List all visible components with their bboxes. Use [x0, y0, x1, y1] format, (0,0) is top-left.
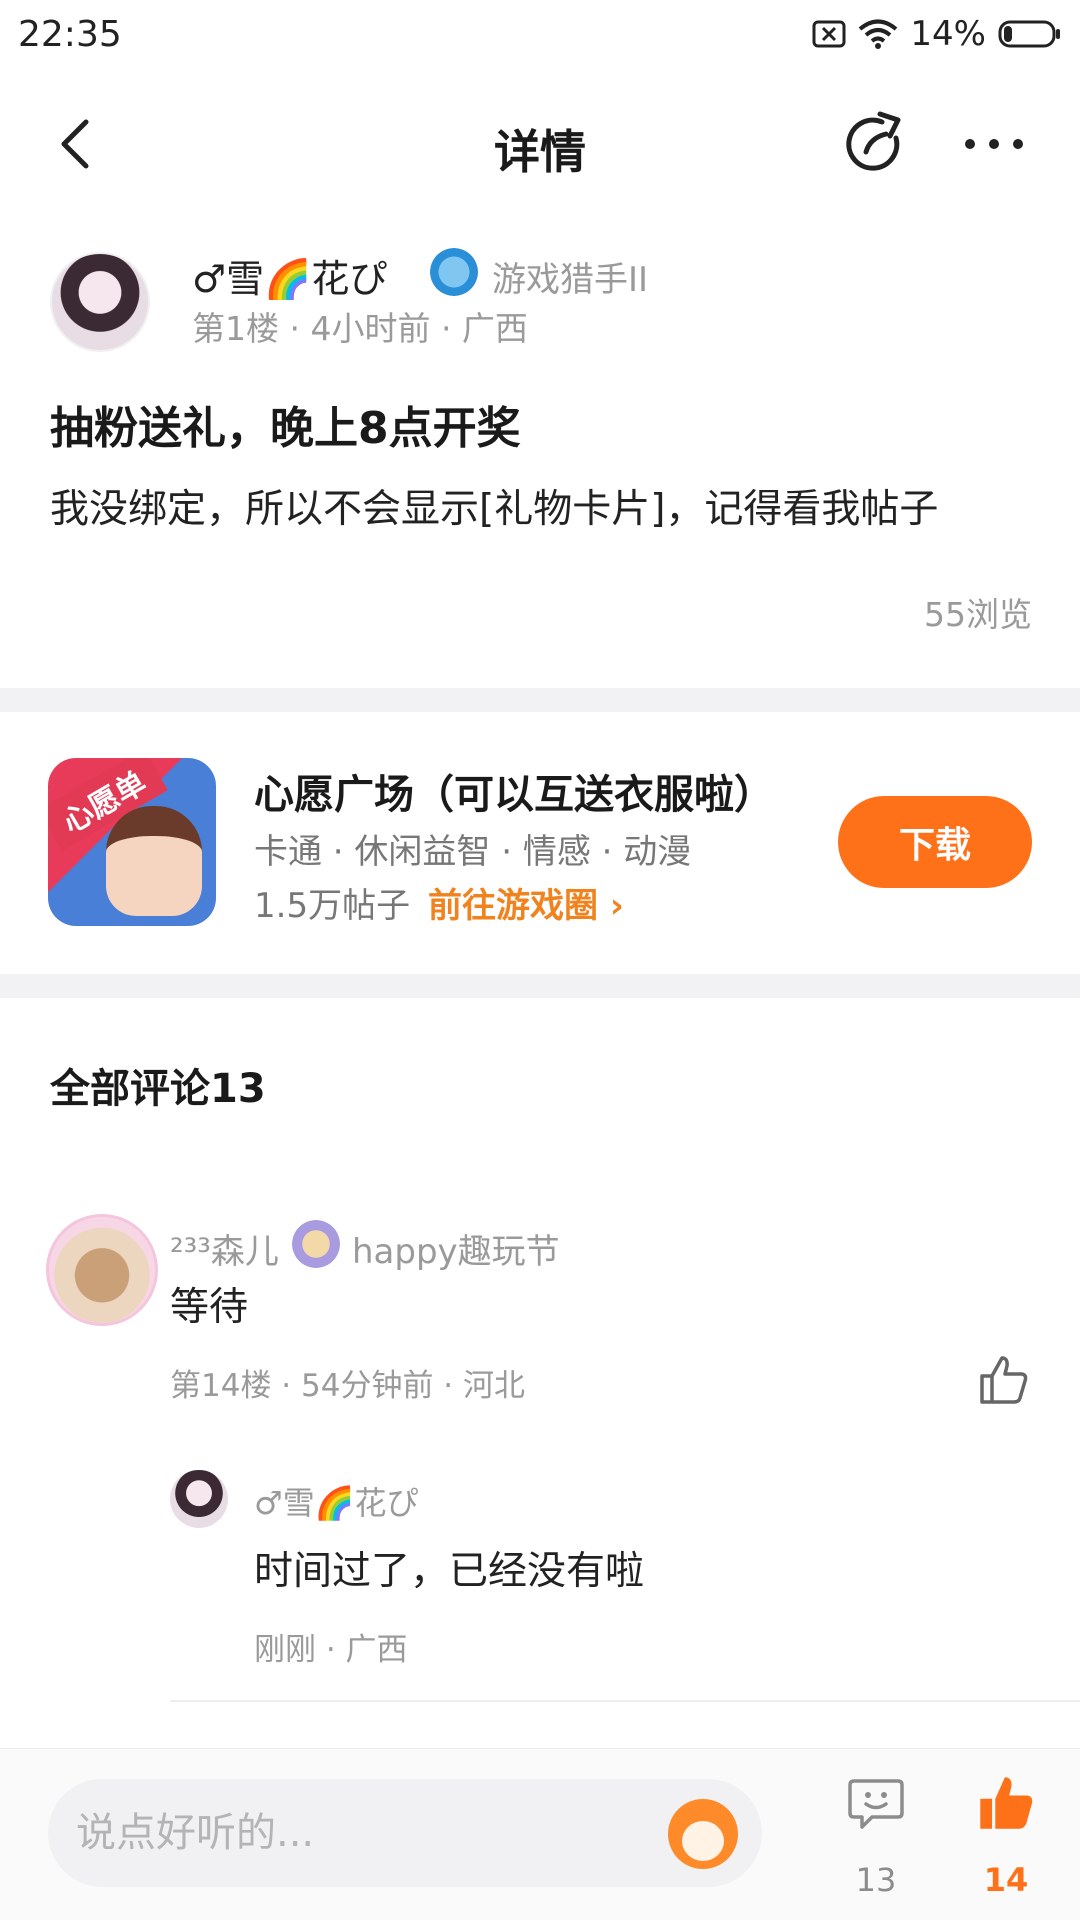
more-button[interactable] — [958, 108, 1030, 180]
bottom-bar: 13 14 — [0, 1748, 1080, 1920]
game-post-count: 1.5万帖子 — [254, 886, 411, 926]
like-icon — [980, 1356, 1028, 1404]
comments-button[interactable]: 13 — [836, 1773, 916, 1903]
author-badge: 游戏猎手II — [492, 260, 649, 300]
comment-text[interactable]: 等待 — [170, 1276, 248, 1332]
top-nav: 详情 — [0, 88, 1080, 198]
avatar[interactable] — [170, 1470, 228, 1528]
comment-meta: 第14楼 · 54分钟前 · 河北 — [170, 1368, 526, 1404]
status-bar: 22:35 14% — [0, 0, 1080, 76]
comments-heading: 全部评论13 — [50, 1066, 266, 1112]
go-to-game-circle-link[interactable]: 前往游戏圈 › — [428, 878, 624, 927]
reply-text[interactable]: 时间过了，已经没有啦 — [254, 1540, 644, 1596]
comment-like-button[interactable] — [976, 1352, 1032, 1408]
comment-input[interactable] — [48, 1779, 762, 1887]
post-meta: 第1楼 · 4小时前 · 广西 — [192, 309, 528, 348]
avatar[interactable] — [50, 252, 150, 352]
share-button[interactable] — [840, 108, 912, 180]
post-author: ♂雪🌈花ぴ 游戏猎手II 第1楼 · 4小时前 · 广西 — [0, 246, 1080, 356]
author-name[interactable]: ♂雪🌈花ぴ — [192, 248, 387, 303]
share-icon — [846, 111, 901, 171]
more-icon — [965, 139, 1023, 149]
game-card[interactable]: 心愿单 心愿广场（可以互送衣服啦） 卡通 · 休闲益智 · 情感 · 动漫 1.… — [0, 712, 1080, 974]
like-count: 14 — [983, 1861, 1029, 1899]
battery-percent: 14% — [910, 14, 986, 54]
game-name[interactable]: 心愿广场（可以互送衣服啦） — [254, 762, 774, 820]
like-icon — [980, 1777, 1033, 1829]
reply-meta: 刚刚 · 广西 — [254, 1632, 408, 1668]
section-divider — [0, 688, 1080, 712]
status-icons: 14% — [812, 14, 1062, 54]
sim-off-icon — [812, 20, 846, 48]
comment-count: 13 — [855, 1861, 897, 1899]
happy-badge-icon — [292, 1220, 340, 1268]
wifi-icon — [859, 19, 898, 49]
battery-icon — [998, 20, 1060, 48]
like-button[interactable]: 14 — [966, 1773, 1046, 1903]
view-count: 55浏览 — [924, 595, 1032, 634]
mascot-icon[interactable] — [668, 1799, 738, 1869]
reply-divider — [170, 1700, 1080, 1702]
game-tags: 卡通 · 休闲益智 · 情感 · 动漫 — [254, 832, 692, 872]
section-divider — [0, 974, 1080, 998]
avatar[interactable] — [46, 1214, 158, 1326]
game-app-icon[interactable]: 心愿单 — [48, 758, 216, 926]
reply-author-name[interactable]: ♂雪🌈花ぴ — [254, 1478, 419, 1524]
post-body: 我没绑定，所以不会显示[礼物卡片]，记得看我帖子 — [50, 487, 939, 532]
game-hunter-badge-icon — [430, 248, 478, 296]
page-title: 详情 — [494, 125, 586, 179]
status-time: 22:35 — [18, 14, 122, 55]
mascot-face — [682, 1821, 724, 1861]
commenter-name[interactable]: ²³³森儿 — [170, 1224, 279, 1273]
game-character-icon — [106, 806, 202, 916]
commenter-badge: happy趣玩节 — [352, 1232, 560, 1272]
comment-icon — [848, 1779, 904, 1829]
download-button[interactable]: 下载 — [838, 796, 1032, 888]
post-title: 抽粉送礼，晚上8点开奖 — [50, 403, 521, 454]
